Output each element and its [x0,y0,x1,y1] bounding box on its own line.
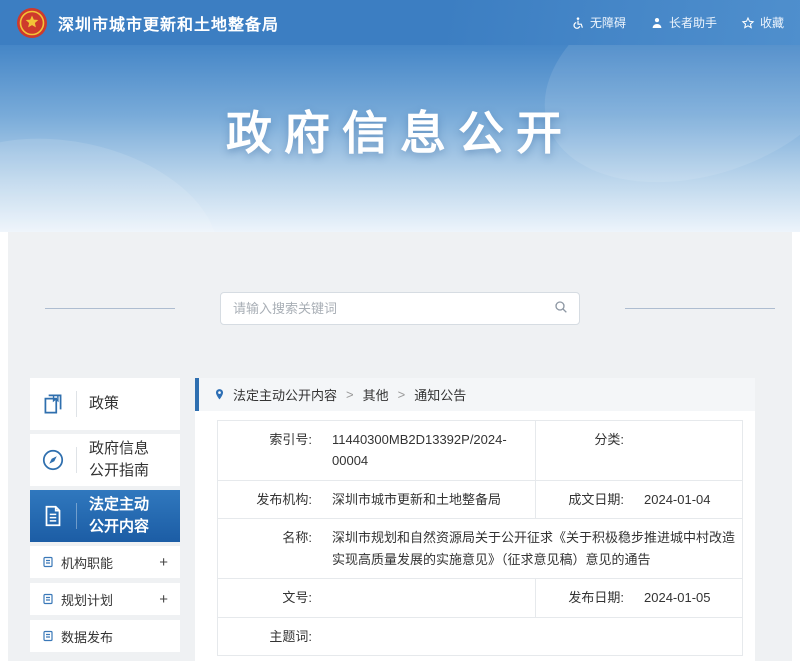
table-row: 文号: 发布日期: 2024-01-05 [218,579,742,617]
search-input[interactable] [231,300,553,317]
category-label: 分类: [535,421,630,480]
main-panel: 法定主动公开内容 > 其他 > 通知公告 索引号: 11440300MB2D13… [195,378,755,661]
written-date-label: 成文日期: [535,481,630,518]
search-icon [553,299,569,318]
accessibility-label: 无障碍 [590,14,626,31]
favorite-link[interactable]: 收藏 [741,14,784,31]
name-value: 深圳市规划和自然资源局关于公开征求《关于积极稳步推进城中村改造实现高质量发展的实… [318,519,742,578]
publisher-label: 发布机构: [218,481,318,518]
breadcrumb-item[interactable]: 其他 [363,385,389,404]
keywords-value [318,618,742,655]
table-row: 主题词: [218,618,742,655]
breadcrumb-separator: > [346,387,354,402]
sidebar-item-label: 政策 [77,393,153,415]
breadcrumb-item[interactable]: 通知公告 [414,385,466,404]
elder-assistant-label: 长者助手 [669,14,717,31]
star-icon [741,16,755,30]
favorite-label: 收藏 [760,14,784,31]
breadcrumb-separator: > [398,387,406,402]
search-box [220,292,580,325]
publisher-value: 深圳市城市更新和土地整备局 [318,481,535,518]
index-value: 11440300MB2D13392P/2024-00004 [318,421,535,480]
top-bar: 深圳市城市更新和土地整备局 无障碍 [0,0,800,45]
sidebar-item-disclosure-guide[interactable]: 政府信息公开指南 [30,434,180,486]
elder-assistant-link[interactable]: 长者助手 [650,14,717,31]
layout: 政策 政府信息公开指南 [8,378,792,661]
written-date-value: 2024-01-04 [630,481,742,518]
table-row: 索引号: 11440300MB2D13392P/2024-00004 分类: [218,421,742,481]
sidebar-subitem-planning[interactable]: 规划计划 + [30,583,180,615]
keywords-label: 主题词: [218,618,318,655]
page: 深圳市城市更新和土地整备局 无障碍 [0,0,800,661]
sidebar-item-statutory-disclosure[interactable]: 法定主动公开内容 [30,490,180,542]
page-title: 政府信息公开 [0,45,800,163]
sidebar: 政策 政府信息公开指南 [30,378,180,661]
sidebar-item-label: 法定主动公开内容 [77,494,153,538]
sidebar-item-policy[interactable]: 政策 [30,378,180,430]
decorative-line-right [625,308,775,309]
sidebar-subitem-org-functions[interactable]: 机构职能 + [30,546,180,578]
search-row [8,292,792,325]
banner: 政府信息公开 [0,45,800,232]
table-row: 发布机构: 深圳市城市更新和土地整备局 成文日期: 2024-01-04 [218,481,742,519]
compass-icon [30,447,76,473]
table-row: 名称: 深圳市规划和自然资源局关于公开征求《关于积极稳步推进城中村改造实现高质量… [218,519,742,579]
site-name[interactable]: 深圳市城市更新和土地整备局 [58,11,279,35]
sidebar-item-label: 政府信息公开指南 [77,438,153,482]
doc-number-value [318,579,535,616]
sidebar-subitem-label: 规划计划 [61,590,113,609]
mini-doc-icon [42,630,54,642]
national-emblem-icon [16,7,48,39]
document-icon [30,503,76,529]
mini-doc-icon [42,556,54,568]
category-value [630,421,742,480]
search-button[interactable] [553,299,569,318]
decorative-line-left [45,308,175,309]
expand-plus-icon[interactable]: + [159,592,168,607]
index-label: 索引号: [218,421,318,480]
name-label: 名称: [218,519,318,578]
utility-links: 无障碍 长者助手 收藏 [571,14,784,31]
doc-number-label: 文号: [218,579,318,616]
publish-date-value: 2024-01-05 [630,579,742,616]
publish-date-label: 发布日期: [535,579,630,616]
accessibility-icon [571,16,585,30]
mini-doc-icon [42,593,54,605]
location-pin-icon [213,387,226,402]
sidebar-subitem-label: 机构职能 [61,553,113,572]
sidebar-subitem-data-release[interactable]: 数据发布 [30,620,180,652]
content-area: 政策 政府信息公开指南 [8,232,792,661]
accessibility-link[interactable]: 无障碍 [571,14,626,31]
breadcrumb-item[interactable]: 法定主动公开内容 [233,385,337,404]
expand-plus-icon[interactable]: + [159,555,168,570]
elder-assistant-icon [650,16,664,30]
book-icon [30,391,76,417]
document-info-table: 索引号: 11440300MB2D13392P/2024-00004 分类: 发… [217,420,743,656]
sidebar-subitem-label: 数据发布 [61,627,113,646]
breadcrumb: 法定主动公开内容 > 其他 > 通知公告 [195,378,755,411]
